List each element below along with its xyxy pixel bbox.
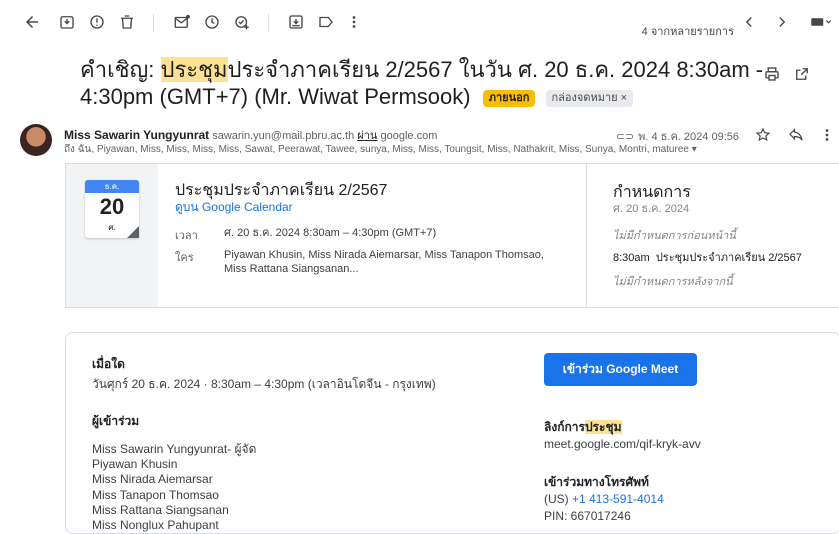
attendees-label: ผู้เข้าร่วม [92, 414, 140, 428]
avatar [20, 124, 52, 156]
report-spam-icon[interactable] [85, 10, 109, 34]
back-arrow-icon[interactable] [20, 10, 44, 34]
meeting-link[interactable]: meet.google.com/qif-kryk-avv [544, 437, 701, 451]
more-vert-icon[interactable] [815, 123, 839, 147]
toolbar: 4 จากหลายรายการ [0, 6, 839, 42]
when-label: เมื่อใด [92, 357, 125, 371]
attendee-item: Miss Tanapon Thomsao [92, 487, 219, 502]
event-details-card: เมื่อใด วันศุกร์ 20 ธ.ค. 2024 · 8:30am –… [65, 332, 839, 534]
more-vert-icon[interactable] [342, 10, 366, 34]
schedule-none-before: ไม่มีกำหนดการก่อนหน้านี้ [613, 230, 736, 242]
subject-prefix: คำเชิญ: [80, 57, 161, 82]
prev-chevron-icon[interactable] [737, 10, 761, 34]
when-value: วันศุกร์ 20 ธ.ค. 2024 · 8:30am – 4:30pm … [92, 377, 436, 391]
email-date: ⊂⊃ พ. 4 ธ.ค. 2024 09:56 [616, 127, 739, 145]
meeting-link-label-highlight: ประชุม [584, 420, 622, 434]
attendee-item: Miss Rattana Siangsanan [92, 502, 229, 517]
label-icon[interactable] [314, 10, 338, 34]
attendee-item: Miss Sawarin Yungyunrat- ผู้จัด [92, 442, 257, 456]
print-icon[interactable] [760, 62, 784, 86]
phone-pin: PIN: 667017246 [544, 509, 631, 523]
schedule-event-name: ประชุมประจำภาคเรียน 2/2567 [655, 252, 802, 264]
who-value: Piyawan Khusin, Miss Nirada Aiemarsar, M… [224, 249, 544, 275]
calendar-day: 20 [99, 194, 125, 219]
toolbar-divider [153, 14, 154, 32]
phone-country: (US) [544, 492, 572, 506]
via-label[interactable]: ผ่าน [357, 130, 377, 142]
calendar-month: ธ.ค. [85, 180, 139, 193]
schedule-none-after: ไม่มีกำหนดการหลังจากนี้ [613, 276, 733, 288]
attachment-icon: ⊂⊃ [615, 131, 635, 143]
phone-label: เข้าร่วมทางโทรศัพท์ [544, 475, 649, 489]
delete-icon[interactable] [115, 10, 139, 34]
star-icon[interactable] [751, 123, 775, 147]
mark-unread-icon[interactable] [170, 10, 194, 34]
view-on-calendar-link[interactable]: ดูบน Google Calendar [175, 198, 293, 217]
next-chevron-icon[interactable] [770, 10, 794, 34]
phone-line: (US) +1 413-591-4014 [544, 492, 664, 506]
calendar-invite-card: ธ.ค. 20 ศ. ประชุมประจำภาคเรียน 2/2567 ดู… [65, 163, 839, 308]
pager-text: 4 จากหลายรายการ [641, 26, 734, 38]
archive-icon[interactable] [55, 10, 79, 34]
card-divider [586, 164, 587, 307]
who-label: ใคร [175, 252, 194, 264]
attendee-list: Miss Sawarin Yungyunrat- ผู้จัด Piyawan … [92, 442, 256, 533]
open-new-window-icon[interactable] [790, 62, 814, 86]
join-google-meet-button[interactable]: เข้าร่วม Google Meet [544, 353, 697, 386]
time-label: เวลา [175, 230, 198, 242]
calendar-date-icon: ธ.ค. 20 ศ. [85, 180, 139, 238]
schedule-event-time: 8:30am [613, 252, 650, 264]
attendee-item: Piyawan Khusin [92, 457, 178, 472]
page-fold-icon [127, 226, 139, 238]
date-text: พ. 4 ธ.ค. 2024 09:56 [638, 131, 739, 143]
toolbar-divider [268, 14, 269, 32]
email-subject: คำเชิญ: ประชุมประจำภาคเรียน 2/2567 ในวัน… [80, 56, 780, 110]
sender-email: sawarin.yun@mail.pbru.ac.th [212, 130, 355, 142]
attendee-item: Miss Nirada Aiemarsar [92, 472, 213, 487]
inbox-label-chip[interactable]: กล่องจดหมาย × [545, 89, 634, 107]
subject-highlight: ประชุม [160, 57, 228, 82]
external-tag: ภายนอก [482, 89, 536, 107]
meeting-link-label-prefix: ลิงก์การ [544, 420, 585, 434]
move-to-icon[interactable] [284, 10, 308, 34]
meeting-link-label: ลิงก์การประชุม [544, 418, 622, 437]
time-value: ศ. 20 ธ.ค. 2024 8:30am – 4:30pm (GMT+7) [224, 227, 437, 239]
keyboard-input-icon[interactable] [804, 10, 838, 34]
phone-number-link[interactable]: +1 413-591-4014 [572, 492, 664, 506]
add-task-icon[interactable] [230, 10, 254, 34]
snooze-icon[interactable] [200, 10, 224, 34]
attendee-item: Miss Nonglux Pahupant [92, 518, 219, 533]
schedule-date: ศ. 20 ธ.ค. 2024 [613, 203, 690, 215]
schedule-event[interactable]: 8:30am ประชุมประจำภาคเรียน 2/2567 [613, 248, 802, 266]
via-domain: google.com [380, 130, 438, 142]
calendar-icon-panel: ธ.ค. 20 ศ. [66, 164, 158, 307]
sender-name[interactable]: Miss Sawarin Yungyunrat [64, 128, 209, 142]
reply-icon[interactable] [784, 123, 808, 147]
